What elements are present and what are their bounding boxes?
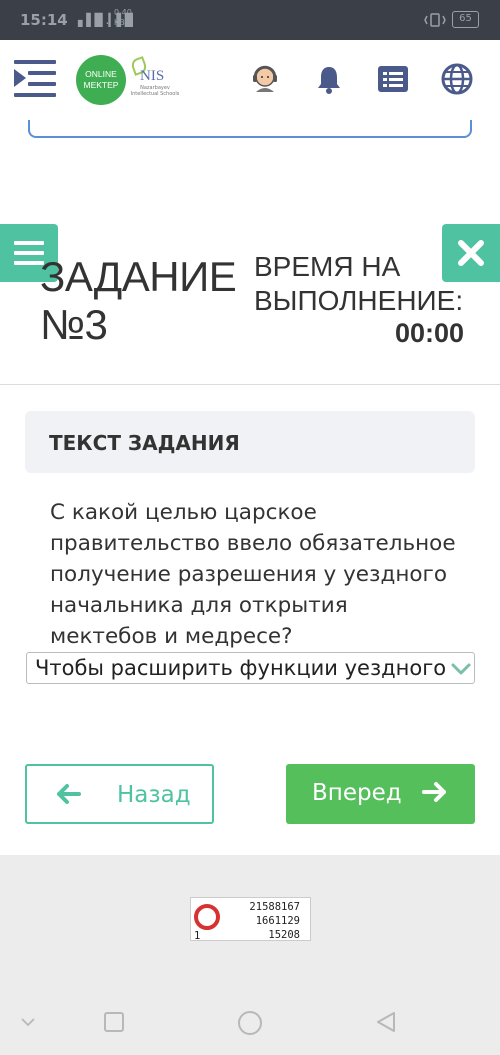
back-icon[interactable] — [374, 1010, 398, 1034]
divider — [0, 384, 500, 385]
back-button[interactable]: Назад — [25, 764, 214, 824]
home-icon[interactable] — [236, 1009, 264, 1037]
red-circle-icon — [194, 904, 220, 930]
task-title: ЗАДАНИЕ №3 — [40, 253, 237, 349]
task-number: №3 — [40, 301, 108, 348]
question-line: получение разрешения у уездного — [50, 562, 447, 587]
nis-subtitle: Nazarbayev Intellectual Schools — [130, 85, 180, 97]
logo-text-line2: MEKTEP — [83, 80, 119, 90]
previous-field-edge — [28, 120, 472, 138]
section-header: ТЕКСТ ЗАДАНИЯ — [25, 411, 475, 473]
network-speed: 0.40 KB/S — [114, 8, 133, 28]
battery-icon: 65 — [452, 11, 479, 28]
recents-icon[interactable] — [103, 1011, 125, 1033]
timer-label-line1: ВРЕМЯ НА — [254, 251, 401, 282]
next-button[interactable]: Вперед — [286, 764, 475, 824]
logo-text-line1: ONLINE — [85, 69, 117, 79]
globe-icon[interactable] — [440, 62, 474, 96]
vibrate-icon — [424, 12, 446, 32]
online-mektep-logo[interactable]: ONLINE MEKTEP — [76, 55, 126, 105]
system-nav-bar — [0, 990, 500, 1055]
back-button-label: Назад — [117, 782, 191, 808]
question-text: С какой целью царское правительство ввел… — [50, 497, 470, 652]
list-icon[interactable] — [376, 62, 410, 96]
timer-label: ВРЕМЯ НА ВЫПОЛНЕНИЕ: — [254, 250, 463, 318]
menu-icon[interactable] — [14, 60, 56, 98]
section-header-text: ТЕКСТ ЗАДАНИЯ — [49, 431, 240, 455]
app-header: ONLINE MEKTEP NIS Nazarbayev Intellectua… — [0, 40, 500, 120]
arrow-right-icon — [422, 782, 446, 802]
stamp-line3-left: 1 — [194, 930, 201, 942]
counter-stamp: 21588167 1661129 1 15208 — [190, 897, 311, 942]
network-speed-value: 0.40 — [114, 8, 132, 17]
status-time: 15:14 — [20, 11, 68, 29]
question-line: начальника для открытия — [50, 593, 348, 618]
answer-select[interactable]: Чтобы расширить функции уездного — [26, 652, 475, 684]
nis-title: NIS — [140, 68, 165, 84]
timer-label-line2: ВЫПОЛНЕНИЕ: — [254, 285, 464, 316]
task-card — [0, 120, 500, 855]
status-bar: 15:14 ▖▌▉ .▎▌▉ 0.40 KB/S 65 — [0, 0, 500, 40]
nis-logo: NIS Nazarbayev Intellectual Schools — [129, 56, 180, 106]
bell-icon[interactable] — [312, 62, 346, 96]
question-line: С какой целью царское — [50, 500, 317, 525]
network-speed-unit: KB/S — [114, 18, 133, 27]
stamp-line3-right: 15208 — [268, 929, 300, 941]
timer-value: 00:00 — [394, 318, 464, 348]
chevron-down-icon — [450, 659, 472, 679]
chevron-down-icon[interactable] — [20, 1016, 36, 1028]
question-line: мектебов и медресе? — [50, 624, 293, 649]
stamp-line1: 21588167 — [249, 901, 300, 913]
support-agent-icon[interactable] — [248, 62, 282, 96]
arrow-left-icon — [57, 784, 81, 804]
answer-select-value: Чтобы расширить функции уездного — [35, 656, 447, 680]
question-line: правительство ввело обязательное — [50, 531, 456, 556]
stamp-line2: 1661129 — [255, 915, 300, 927]
next-button-label: Вперед — [312, 780, 402, 806]
task-title-line1: ЗАДАНИЕ — [40, 253, 237, 300]
